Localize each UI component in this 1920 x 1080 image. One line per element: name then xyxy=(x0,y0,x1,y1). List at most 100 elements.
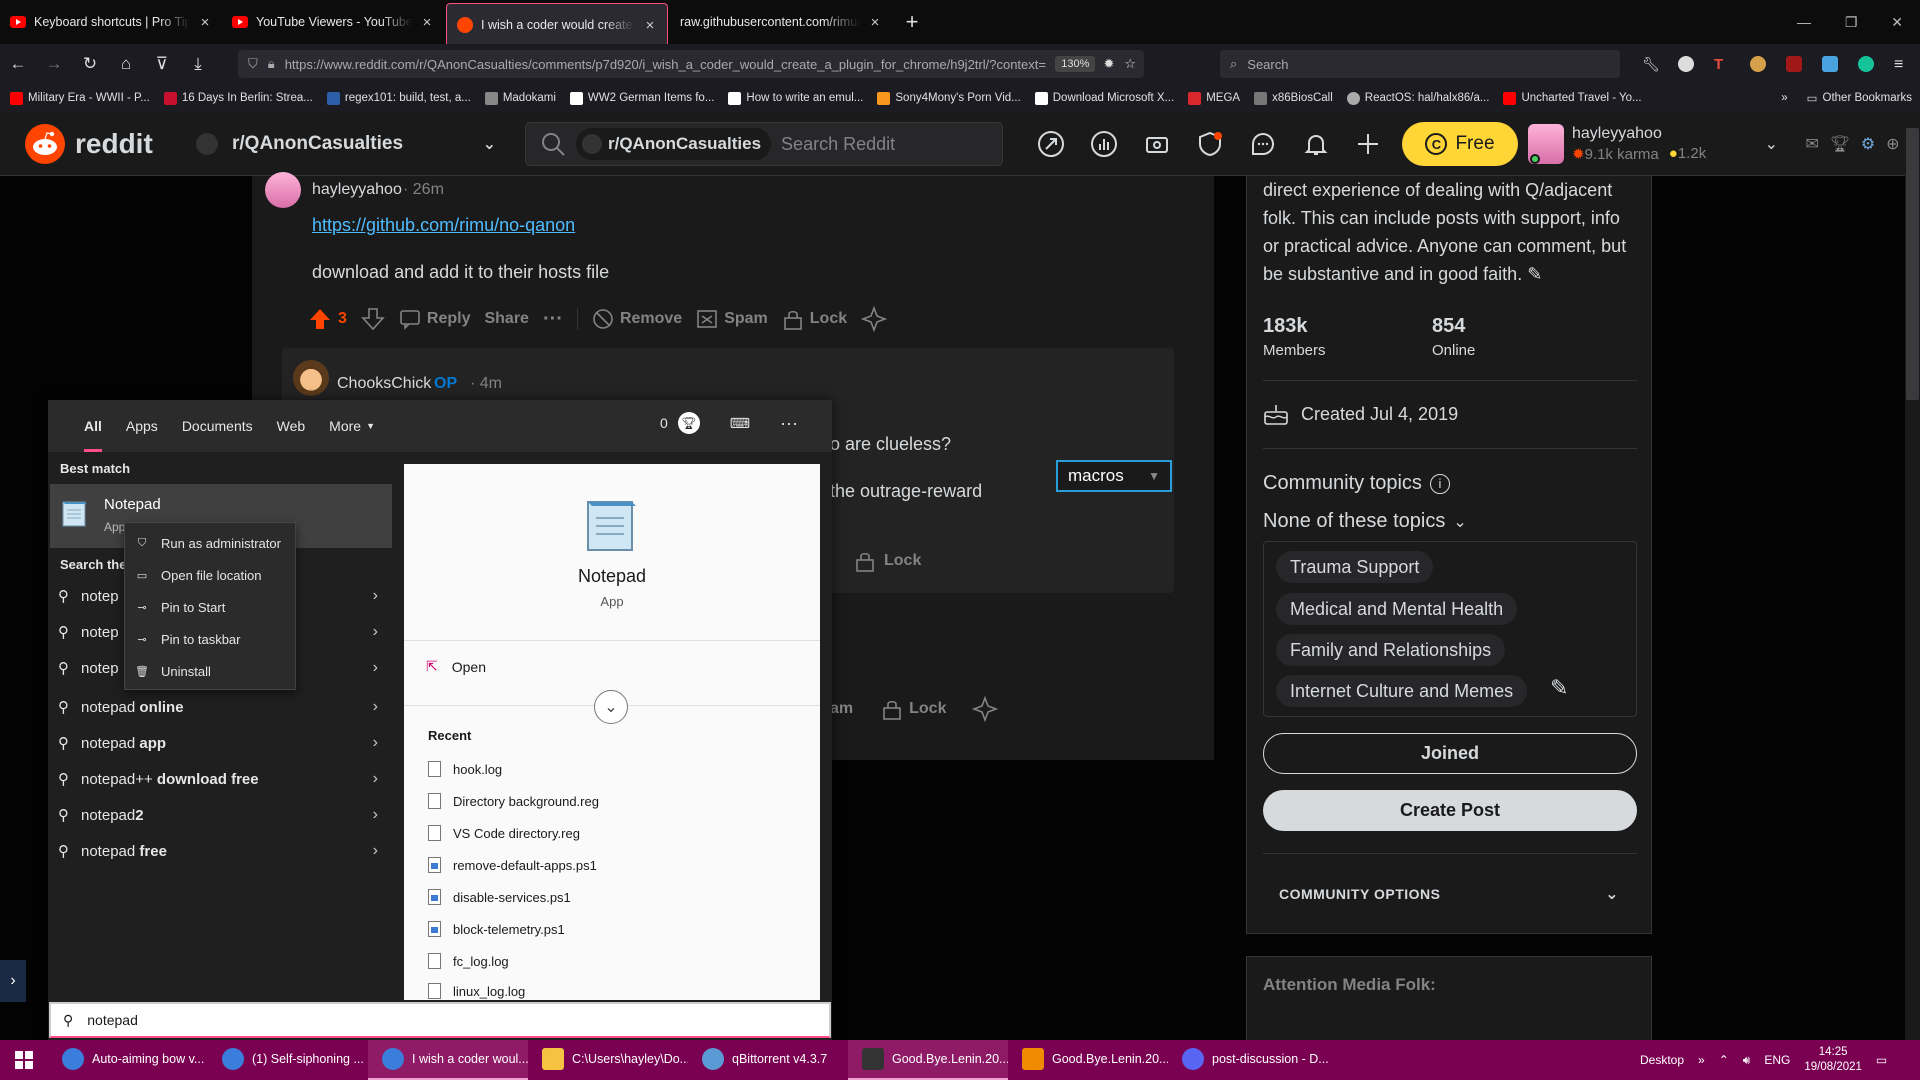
comment-avatar[interactable] xyxy=(265,172,301,208)
topic-chip[interactable]: Family and Relationships xyxy=(1276,634,1506,666)
desktop-toolbar[interactable]: Desktop xyxy=(1640,1053,1684,1067)
t-extension-icon[interactable]: T xyxy=(1714,56,1730,73)
bookmark-item[interactable]: x86BiosCall xyxy=(1254,91,1333,105)
tab-apps[interactable]: Apps xyxy=(114,400,170,452)
windows-start-button[interactable] xyxy=(0,1040,48,1080)
topic-chip[interactable]: Internet Culture and Memes xyxy=(1276,675,1528,707)
wrench-icon[interactable]: 🔧︎ xyxy=(1642,56,1660,72)
distinguish-button[interactable] xyxy=(861,306,888,332)
tab-all[interactable]: All xyxy=(72,400,114,452)
forward-icon[interactable]: → xyxy=(36,48,72,80)
bookmark-star-icon[interactable]: ☆ xyxy=(1124,56,1136,72)
reddit-logo[interactable]: reddit xyxy=(25,124,153,164)
chat-icon[interactable] xyxy=(1249,130,1277,158)
user-menu[interactable]: hayleyyahoo ✹9.1k karma ●1.2k ⌄ xyxy=(1528,120,1778,168)
rewards-points[interactable]: 0 🏆︎ xyxy=(660,412,700,434)
open-action[interactable]: ⇱ Open xyxy=(426,658,486,675)
restore-icon[interactable]: ❐ xyxy=(1845,14,1858,31)
create-post-button[interactable]: Create Post xyxy=(1263,790,1637,831)
joined-button[interactable]: Joined xyxy=(1263,733,1637,774)
h-extension-icon[interactable] xyxy=(1678,56,1694,72)
grammarly-icon[interactable] xyxy=(1858,56,1874,72)
expand-chevron-icon[interactable]: ⌄ xyxy=(594,690,628,724)
back-icon[interactable]: ← xyxy=(0,48,36,80)
mail-icon[interactable]: ✉ xyxy=(1805,134,1818,154)
notifications-icon[interactable]: ▭ xyxy=(1876,1053,1887,1067)
close-tab-icon[interactable]: × xyxy=(868,14,882,31)
recent-file[interactable]: fc_log.log xyxy=(428,950,509,972)
edit-pencil-icon[interactable]: ✎ xyxy=(1527,264,1542,284)
clock[interactable]: 14:25 19/08/2021 xyxy=(1804,1045,1862,1075)
settings-icon[interactable]: ⚙ xyxy=(1861,134,1875,154)
upvote-button[interactable]: 3 xyxy=(308,307,347,331)
bookmark-item[interactable]: Uncharted Travel - Yo... xyxy=(1503,91,1642,105)
reload-icon[interactable]: ↻ xyxy=(72,48,108,80)
bookmark-item[interactable]: Military Era - WWII - P... xyxy=(10,91,150,105)
url-bar[interactable]: ⛉ 🔒︎ https://www.reddit.com/r/QAnonCasua… xyxy=(238,50,1144,78)
trophy-icon[interactable]: 🏆︎ xyxy=(1830,134,1850,154)
browser-tab-2[interactable]: I wish a coder would create a pl × xyxy=(446,3,668,47)
free-coins-button[interactable]: C Free xyxy=(1402,122,1518,166)
edit-pencil-icon[interactable]: ✎ xyxy=(1550,675,1568,701)
tab-more[interactable]: More ▼ xyxy=(317,400,387,452)
comment-author[interactable]: hayleyyahoo xyxy=(312,181,402,199)
monkey-extension-icon[interactable] xyxy=(1750,56,1766,72)
comment-author[interactable]: ChooksChick xyxy=(337,375,431,393)
reply-button[interactable]: Reply xyxy=(399,308,470,330)
spam-button[interactable]: Spam xyxy=(696,308,768,330)
chevron-up-icon[interactable]: ⌃ xyxy=(1719,1053,1729,1067)
reddit-search[interactable]: r/QAnonCasualties Search Reddit xyxy=(525,122,1003,166)
web-result-item[interactable]: ⚲ notepad++ download free › xyxy=(58,762,378,796)
expand-arrow-icon[interactable]: › xyxy=(0,960,26,1002)
distinguish-button[interactable] xyxy=(972,696,999,722)
lock-button[interactable]: Lock xyxy=(782,308,847,330)
share-button[interactable]: Share xyxy=(484,310,528,328)
chevron-double-icon[interactable]: » xyxy=(1781,92,1787,104)
topic-chip[interactable]: Medical and Mental Health xyxy=(1276,593,1518,625)
feedback-icon[interactable]: ⌨ xyxy=(730,415,750,432)
pocket-icon[interactable]: ⊽ xyxy=(144,48,180,80)
tab-documents[interactable]: Documents xyxy=(170,400,265,452)
coins-icon[interactable] xyxy=(1143,130,1171,158)
recent-file[interactable]: block-telemetry.ps1 xyxy=(428,918,565,940)
recent-file[interactable]: VS Code directory.reg xyxy=(428,822,580,844)
lock-button[interactable]: Lock xyxy=(881,698,946,720)
start-search-input[interactable]: ⚲ notepad xyxy=(49,1002,831,1038)
run-as-admin-item[interactable]: ⛉ Run as administrator xyxy=(135,531,281,555)
chevron-double-icon[interactable]: » xyxy=(1698,1053,1705,1067)
topics-selector[interactable]: None of these topics ⌄ xyxy=(1263,510,1467,533)
info-icon[interactable]: i xyxy=(1429,473,1450,494)
taskbar-item[interactable]: post-discussion - D... xyxy=(1168,1040,1328,1080)
close-window-icon[interactable]: ✕ xyxy=(1891,14,1903,31)
language-indicator[interactable]: ENG xyxy=(1764,1053,1790,1067)
remove-button[interactable]: Remove xyxy=(592,308,682,330)
shield-icon[interactable]: ⛉ xyxy=(248,56,258,72)
topic-chip[interactable]: Trauma Support xyxy=(1276,551,1434,583)
extension-gear-icon[interactable]: ✹ xyxy=(1103,56,1114,72)
pin-to-taskbar-item[interactable]: ⊸ Pin to taskbar xyxy=(135,627,240,651)
stats-icon[interactable] xyxy=(1090,130,1118,158)
bookmark-item[interactable]: How to write an emul... xyxy=(728,91,863,105)
macros-dropdown[interactable]: macros ▼ xyxy=(1056,460,1172,492)
bookmark-item[interactable]: Sony4Mony's Porn Vid... xyxy=(877,91,1021,105)
bars-extension-icon[interactable] xyxy=(1822,56,1838,72)
taskbar-item[interactable]: qBittorrent v4.3.7 xyxy=(688,1040,848,1080)
tab-web[interactable]: Web xyxy=(265,400,318,452)
more-options-icon[interactable]: ··· xyxy=(543,308,563,331)
recent-file[interactable]: Directory background.reg xyxy=(428,790,599,812)
web-result-item[interactable]: ⚲ notepad app › xyxy=(58,726,378,760)
community-selector[interactable]: r/QAnonCasualties ⌄ xyxy=(196,124,496,164)
notifications-icon[interactable] xyxy=(1302,130,1330,158)
more-options-icon[interactable]: ··· xyxy=(780,413,798,434)
browser-search-bar[interactable]: ⌕ Search xyxy=(1220,50,1620,78)
taskbar-item[interactable]: Good.Bye.Lenin.20... xyxy=(1008,1040,1168,1080)
downloads-icon[interactable]: ⤓ xyxy=(180,48,216,80)
new-tab-button[interactable]: + xyxy=(892,0,932,44)
bookmark-item[interactable]: MEGA xyxy=(1188,91,1240,105)
browser-tab-0[interactable]: Keyboard shortcuts | Pro Tips fo × xyxy=(0,0,222,44)
web-result-item[interactable]: ⚲ notepad free › xyxy=(58,834,378,868)
zoom-level[interactable]: 130% xyxy=(1055,56,1096,72)
taskbar-item[interactable]: I wish a coder woul... xyxy=(368,1040,528,1080)
close-tab-icon[interactable]: × xyxy=(420,14,434,31)
community-options-toggle[interactable]: COMMUNITY OPTIONS ⌄ xyxy=(1279,884,1619,904)
